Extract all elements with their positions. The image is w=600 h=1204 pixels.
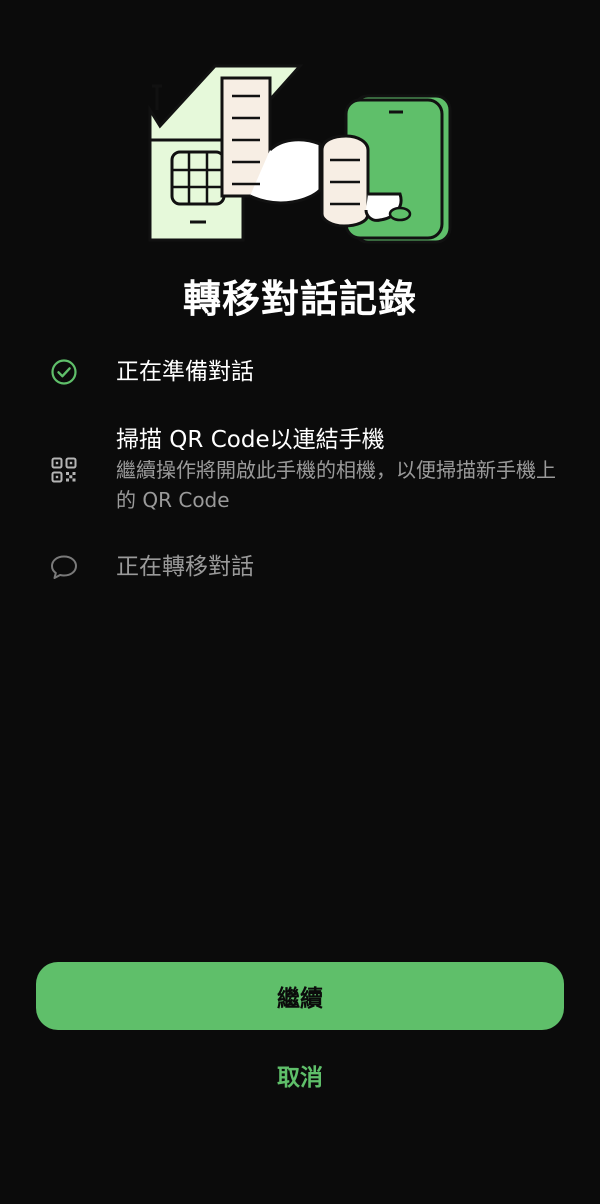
step-description: 繼續操作將開啟此手機的相機，以便掃描新手機上的 QR Code: [116, 458, 556, 512]
page-title: 轉移對話記錄: [182, 277, 417, 321]
cancel-button[interactable]: 取消: [200, 1058, 400, 1098]
continue-button[interactable]: 繼續: [36, 962, 564, 1030]
step-title: 掃描 QR Code以連結手機: [116, 427, 385, 453]
chat-bubble-icon: [51, 555, 77, 579]
qr-code-icon: [51, 457, 77, 483]
check-circle-icon: [51, 359, 77, 385]
chat-transfer-illustration: [148, 64, 452, 244]
step-title: 正在轉移對話: [116, 554, 254, 580]
step-title: 正在準備對話: [116, 359, 254, 385]
